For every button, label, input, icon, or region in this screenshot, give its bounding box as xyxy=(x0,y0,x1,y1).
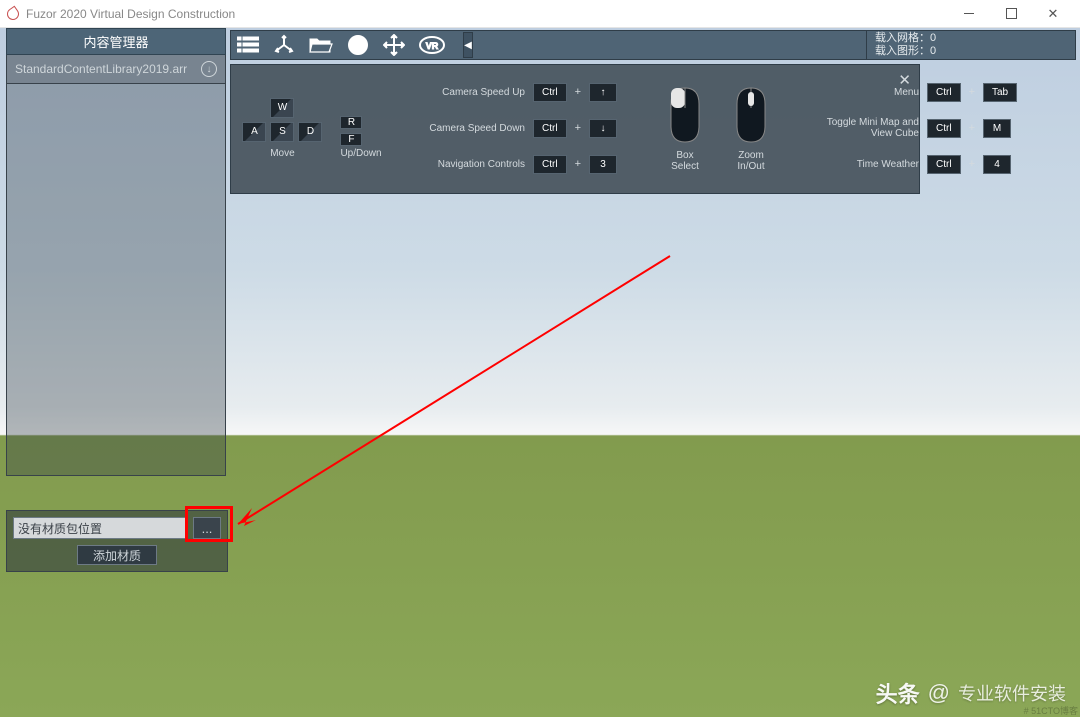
key-s: S xyxy=(270,122,294,142)
key-3: 3 xyxy=(589,155,617,174)
key-w: W xyxy=(270,98,294,118)
library-list[interactable] xyxy=(6,84,226,476)
stats-hud: 载入网格：0 载入图形：0 xyxy=(866,30,1076,60)
watermark-head: 头条 xyxy=(876,677,920,709)
key-down: ↓ xyxy=(589,119,617,138)
maximize-button[interactable] xyxy=(990,0,1032,28)
material-path-input[interactable] xyxy=(13,517,187,539)
app-logo-icon xyxy=(6,7,20,21)
key-a: A xyxy=(242,122,266,142)
toolbar-collapse-button[interactable]: ◀ xyxy=(463,32,473,58)
material-path-panel: ... 添加材质 xyxy=(6,510,228,572)
axes-icon[interactable] xyxy=(273,34,295,56)
add-material-button[interactable]: 添加材质 xyxy=(77,545,157,565)
clock-icon[interactable] xyxy=(347,34,369,56)
content-manager-title: 内容管理器 xyxy=(6,28,226,55)
controls-close-button[interactable]: ✕ xyxy=(898,71,911,89)
key-ctrl: Ctrl xyxy=(533,83,567,102)
loaded-grid-label: 载入网格：0 xyxy=(875,32,1067,45)
watermark-name: 专业软件安装 xyxy=(958,680,1066,706)
weather-label: Time Weather xyxy=(819,159,919,170)
browse-button[interactable]: ... xyxy=(193,517,221,539)
list-icon[interactable] xyxy=(237,36,259,54)
corner-watermark: # 51CTO博客 xyxy=(1024,704,1078,717)
move-label: Move xyxy=(242,148,322,159)
library-file-row[interactable]: StandardContentLibrary2019.arr ↓ xyxy=(6,55,226,84)
vr-icon[interactable]: VR xyxy=(419,35,445,55)
close-button[interactable] xyxy=(1032,0,1074,28)
content-manager-panel: 内容管理器 StandardContentLibrary2019.arr ↓ xyxy=(6,28,226,476)
key-m: M xyxy=(983,119,1011,138)
key-4: 4 xyxy=(983,155,1011,174)
minimap-label: Toggle Mini Map and View Cube xyxy=(819,117,919,139)
window-controls xyxy=(948,0,1074,28)
download-icon[interactable]: ↓ xyxy=(201,61,217,77)
key-tab: Tab xyxy=(983,83,1017,102)
updown-label: Up/Down xyxy=(340,148,381,159)
folder-open-icon[interactable] xyxy=(309,36,333,54)
svg-text:VR: VR xyxy=(426,41,439,51)
window-title: Fuzor 2020 Virtual Design Construction xyxy=(26,7,235,21)
speeddown-label: Camera Speed Down xyxy=(405,123,525,134)
mouse-box-select: Box Select xyxy=(665,84,705,172)
nav-label: Navigation Controls xyxy=(405,159,525,170)
titlebar: Fuzor 2020 Virtual Design Construction xyxy=(0,0,1080,28)
speedup-label: Camera Speed Up xyxy=(405,87,525,98)
move-arrows-icon[interactable] xyxy=(383,34,405,56)
library-filename: StandardContentLibrary2019.arr xyxy=(15,62,187,76)
minimize-button[interactable] xyxy=(948,0,990,28)
key-up: ↑ xyxy=(589,83,617,102)
controls-overlay: ✕ W A S D Move R xyxy=(230,64,920,194)
move-keys-group: W A S D Move R F Up/Down xyxy=(247,98,377,159)
loaded-shapes-label: 载入图形：0 xyxy=(875,45,1067,58)
key-r: R xyxy=(340,116,362,129)
key-d: D xyxy=(298,122,322,142)
mouse-zoom: Zoom In/Out xyxy=(731,84,771,172)
key-f: F xyxy=(340,133,362,146)
